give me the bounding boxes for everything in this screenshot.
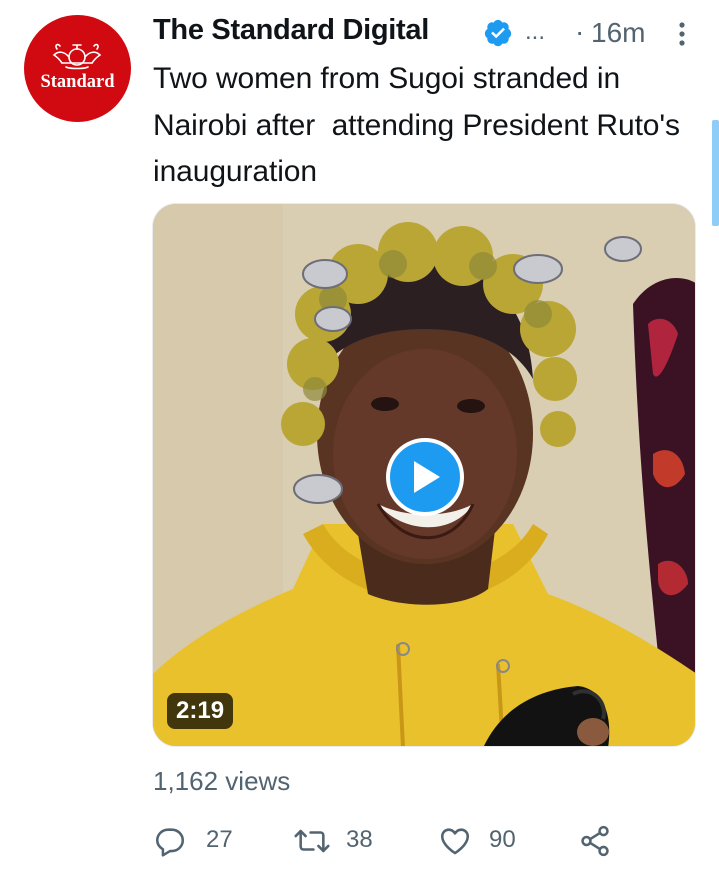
play-icon <box>414 461 440 493</box>
video-thumbnail[interactable]: 2:19 <box>152 203 696 747</box>
tweet-header: The Standard Digital ... · 16m <box>153 12 703 56</box>
reply-icon <box>155 828 185 857</box>
like-count: 90 <box>489 826 516 853</box>
reply-count: 27 <box>206 826 233 853</box>
timestamp[interactable]: 16m <box>591 17 645 49</box>
avatar-label: Standard <box>40 72 115 92</box>
avatar[interactable]: Standard <box>24 15 131 122</box>
view-count: 1,162 views <box>153 766 291 796</box>
share-button[interactable] <box>578 818 618 864</box>
like-button[interactable]: 90 <box>438 818 538 864</box>
display-name[interactable]: The Standard Digital <box>153 14 429 47</box>
more-vertical-icon[interactable] <box>669 16 695 52</box>
separator-dot: · <box>575 16 585 47</box>
retweet-button[interactable]: 38 <box>293 818 393 864</box>
crest-icon <box>52 43 102 70</box>
retweet-count: 38 <box>346 826 373 853</box>
action-bar: 27 38 90 <box>153 818 693 864</box>
play-button[interactable] <box>386 438 464 516</box>
video-duration-badge: 2:19 <box>167 693 234 729</box>
retweet-icon <box>294 829 330 853</box>
verified-badge-icon <box>484 19 512 47</box>
tweet[interactable]: Standard The Standard Digital ... · 16m … <box>0 0 719 881</box>
name-overflow: ... <box>525 18 546 45</box>
scrollbar[interactable] <box>712 120 719 226</box>
share-icon <box>581 825 609 857</box>
tweet-text: Two women from Sugoi stranded in Nairobi… <box>153 62 689 188</box>
heart-icon <box>440 828 470 855</box>
reply-button[interactable]: 27 <box>153 818 253 864</box>
